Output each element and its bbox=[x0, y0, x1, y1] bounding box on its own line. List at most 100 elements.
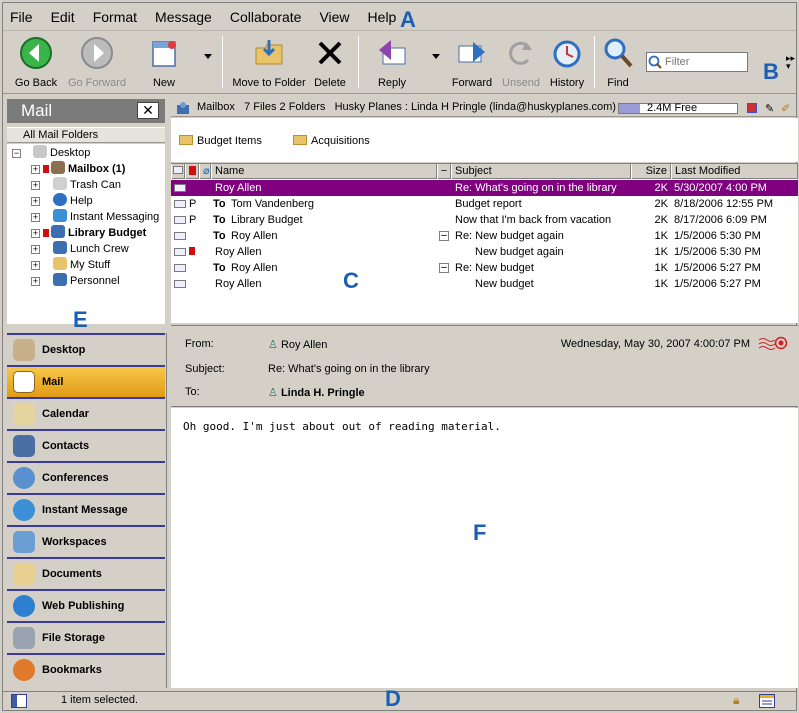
new-button[interactable]: New bbox=[141, 36, 187, 89]
folder-acquisitions[interactable]: Acquisitions bbox=[293, 135, 370, 147]
message-name: Library Budget bbox=[231, 214, 303, 226]
message-row[interactable]: P To Library Budget Now that I'm back fr… bbox=[171, 212, 798, 228]
menu-file[interactable]: File bbox=[10, 9, 33, 25]
expand-toggle[interactable]: + bbox=[31, 197, 40, 206]
tree-item-help[interactable]: Help bbox=[53, 193, 93, 209]
calendar-icon[interactable] bbox=[759, 694, 775, 708]
unsend-icon bbox=[509, 41, 532, 65]
tree-item-library-budget[interactable]: Library Budget bbox=[43, 225, 146, 241]
nav-calendar[interactable]: Calendar bbox=[7, 397, 165, 429]
nav-web-publishing[interactable]: Web Publishing bbox=[7, 589, 165, 621]
from-field[interactable]: ♙ Roy Allen bbox=[268, 338, 327, 351]
folder-budget-items[interactable]: Budget Items bbox=[179, 135, 262, 147]
column-last-modified[interactable]: Last Modified bbox=[671, 164, 798, 179]
column-subject[interactable]: Subject bbox=[451, 164, 631, 179]
move-to-folder-label: Move to Folder bbox=[232, 77, 306, 89]
column-thread-toggle[interactable]: − bbox=[437, 164, 451, 179]
expand-toggle[interactable]: + bbox=[31, 181, 40, 190]
filter-input[interactable] bbox=[663, 56, 741, 68]
menu-view[interactable]: View bbox=[319, 9, 349, 25]
nav-workspaces[interactable]: Workspaces bbox=[7, 525, 165, 557]
panel-toggle-icon[interactable] bbox=[11, 694, 27, 708]
message-modified: 8/17/2006 6:09 PM bbox=[674, 214, 767, 226]
column-attachment[interactable]: ⌀ bbox=[199, 164, 211, 179]
collapse-toggle[interactable]: − bbox=[12, 149, 21, 158]
delete-button[interactable]: Delete bbox=[311, 36, 349, 89]
message-row[interactable]: Roy Allen New budget again 1K 1/5/2006 5… bbox=[171, 244, 798, 260]
tree-item-personnel[interactable]: Personnel bbox=[53, 273, 120, 289]
folder-tree: − Desktop + Mailbox (1) + Trash Can + He… bbox=[7, 144, 165, 324]
nav-conferences[interactable]: Conferences bbox=[7, 461, 165, 493]
tree-item-mailbox[interactable]: Mailbox (1) bbox=[43, 161, 125, 177]
expand-toggle[interactable]: + bbox=[31, 165, 40, 174]
subject-label: Subject: bbox=[185, 363, 225, 375]
delete-x-icon bbox=[318, 41, 342, 65]
left-pane-title: Mail ✕ bbox=[7, 99, 165, 123]
find-button[interactable]: Find bbox=[600, 36, 636, 89]
message-row[interactable]: P To Tom Vandenberg Budget report 2K 8/1… bbox=[171, 196, 798, 212]
column-size[interactable]: Size bbox=[631, 164, 671, 179]
tree-item-instant-messaging[interactable]: Instant Messaging bbox=[53, 209, 159, 225]
reply-label: Reply bbox=[377, 77, 407, 89]
expand-toggle[interactable]: + bbox=[31, 229, 40, 238]
calendar-icon bbox=[13, 403, 35, 425]
history-button[interactable]: History bbox=[546, 36, 588, 89]
pencil-icon[interactable]: ✎ bbox=[765, 102, 774, 115]
folder-icon bbox=[53, 257, 67, 270]
tree-item-desktop[interactable]: Desktop bbox=[33, 145, 90, 161]
menu-format[interactable]: Format bbox=[93, 9, 137, 25]
unsend-button[interactable]: Unsend bbox=[500, 36, 542, 89]
filter-field[interactable] bbox=[646, 52, 748, 72]
toolbar-overflow-chevron[interactable]: ▸▸ ▾ bbox=[786, 54, 795, 71]
thread-collapse-toggle[interactable]: − bbox=[439, 263, 449, 274]
close-pane-button[interactable]: ✕ bbox=[137, 102, 159, 119]
message-row[interactable]: To Roy Allen − Re: New budget 1K 1/5/200… bbox=[171, 260, 798, 276]
new-dropdown-arrow[interactable] bbox=[204, 54, 212, 59]
menu-help[interactable]: Help bbox=[368, 9, 397, 25]
move-to-folder-button[interactable]: Move to Folder bbox=[229, 36, 309, 89]
menu-edit[interactable]: Edit bbox=[51, 9, 75, 25]
nav-desktop[interactable]: Desktop bbox=[7, 333, 165, 365]
expand-toggle[interactable]: + bbox=[31, 261, 40, 270]
tree-item-trash-can[interactable]: Trash Can bbox=[53, 177, 121, 193]
column-flag[interactable] bbox=[185, 164, 199, 179]
windows-icon[interactable] bbox=[747, 103, 757, 113]
to-field[interactable]: ♙ Linda H. Pringle bbox=[268, 386, 365, 399]
nav-mail[interactable]: Mail bbox=[7, 365, 165, 397]
message-row[interactable]: To Roy Allen − Re: New budget again 1K 1… bbox=[171, 228, 798, 244]
delete-label: Delete bbox=[314, 77, 346, 89]
tree-item-lunch-crew[interactable]: Lunch Crew bbox=[53, 241, 129, 257]
callout-e: E bbox=[73, 307, 88, 332]
edit-icon[interactable]: ✐ bbox=[781, 102, 790, 115]
message-size: 2K bbox=[654, 182, 668, 194]
thread-collapse-toggle[interactable]: − bbox=[439, 231, 449, 242]
group-icon bbox=[51, 225, 65, 238]
nav-contacts[interactable]: Contacts bbox=[7, 429, 165, 461]
nav-instant-message[interactable]: Instant Message bbox=[7, 493, 165, 525]
message-row[interactable]: Roy Allen Re: What's going on in the lib… bbox=[171, 180, 798, 196]
column-name[interactable]: Name bbox=[211, 164, 437, 179]
menu-collaborate[interactable]: Collaborate bbox=[230, 9, 302, 25]
nav-bookmarks[interactable]: Bookmarks bbox=[7, 653, 165, 685]
go-forward-button[interactable]: Go Forward bbox=[65, 36, 129, 89]
nav-file-storage[interactable]: File Storage bbox=[7, 621, 165, 653]
tree-item-my-stuff[interactable]: My Stuff bbox=[53, 257, 110, 273]
message-size: 1K bbox=[654, 230, 668, 242]
go-back-button[interactable]: Go Back bbox=[11, 36, 61, 89]
message-subject: Re: New budget again bbox=[455, 230, 564, 242]
message-name: Roy Allen bbox=[231, 262, 278, 274]
nav-documents[interactable]: Documents bbox=[7, 557, 165, 589]
forward-button[interactable]: Forward bbox=[447, 36, 497, 89]
subject-value: Re: What's going on in the library bbox=[268, 363, 430, 375]
all-mail-folders[interactable]: All Mail Folders bbox=[7, 127, 165, 143]
expand-toggle[interactable]: + bbox=[31, 277, 40, 286]
expand-toggle[interactable]: + bbox=[31, 245, 40, 254]
message-body-pane[interactable]: Oh good. I'm just about out of reading m… bbox=[171, 408, 798, 688]
column-type[interactable] bbox=[171, 164, 185, 179]
reply-button[interactable]: Reply bbox=[369, 36, 415, 89]
reply-dropdown-arrow[interactable] bbox=[432, 54, 440, 59]
expand-toggle[interactable]: + bbox=[31, 213, 40, 222]
menu-message[interactable]: Message bbox=[155, 9, 212, 25]
message-row[interactable]: Roy Allen New budget 1K 1/5/2006 5:27 PM bbox=[171, 276, 798, 292]
from-label: From: bbox=[185, 338, 214, 350]
